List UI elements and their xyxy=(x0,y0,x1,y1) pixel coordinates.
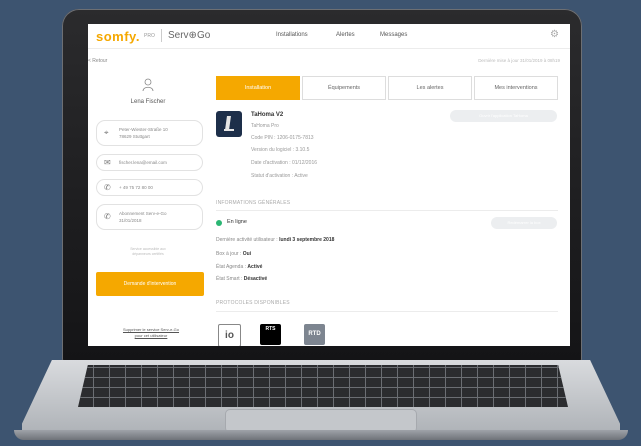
tab-installation[interactable]: Installation xyxy=(216,76,300,100)
somfy-logo[interactable]: somfy. xyxy=(96,29,140,44)
back-link[interactable]: < Retour xyxy=(88,58,107,64)
agenda-label: État Agenda : xyxy=(216,264,247,270)
subscription-line-1: Abonnement Serv-e-Go xyxy=(119,211,167,216)
laptop-front-edge xyxy=(14,430,628,440)
servego-logo: Serv⊕Go xyxy=(168,30,211,41)
open-tahoma-button[interactable]: Ouvrir l'application TaHoma xyxy=(450,110,557,122)
service-note: Service accessible aux dépanneurs certif… xyxy=(108,247,188,257)
phone-icon: ✆ xyxy=(104,183,111,192)
intervention-request-button[interactable]: Demande d'intervention xyxy=(96,272,204,296)
top-bar: somfy. PRO Serv⊕Go Installations Alertes… xyxy=(88,24,570,49)
device-software: Version du logiciel : 3.10.5 xyxy=(251,147,310,153)
laptop-keyboard xyxy=(78,365,568,407)
location-pin-icon: ⌖ xyxy=(104,128,109,137)
laptop-screen: somfy. PRO Serv⊕Go Installations Alertes… xyxy=(88,24,570,346)
restart-box-button[interactable]: Redémarrer la box xyxy=(491,217,557,229)
last-activity-row: Dernière activité utilisateur : lundi 3 … xyxy=(216,237,334,243)
laptop-trackpad xyxy=(226,410,416,432)
tahoma-device-icon xyxy=(216,111,242,137)
section-divider xyxy=(216,210,558,211)
protocols-divider xyxy=(216,311,558,312)
tab-interventions[interactable]: Mes interventions xyxy=(474,76,558,100)
header-divider xyxy=(161,29,162,42)
brand-suffix: PRO xyxy=(144,33,155,39)
mail-icon: ✉ xyxy=(104,158,111,167)
box-uptodate-value: Oui xyxy=(242,251,252,257)
note-line-2: dépanneurs certifiés xyxy=(132,252,164,256)
email-text[interactable]: fischer.lena@email.com xyxy=(119,159,167,166)
email-card[interactable]: ✉ fischer.lena@email.com xyxy=(96,154,203,171)
last-activity-label: Dernière activité utilisateur : xyxy=(216,237,278,243)
device-activation-status: Statut d'activation : Active xyxy=(251,173,308,179)
last-update-text: Dernière mise à jour 31/01/2019 à 08h19 xyxy=(478,58,560,63)
address-card: ⌖ Peter-Wiester-Straße 10 78629 Stuttgar… xyxy=(96,120,203,146)
agenda-row: État Agenda : Activé xyxy=(216,264,262,270)
online-status-text: En ligne xyxy=(227,219,247,225)
smart-row: État Smart : Désactivé xyxy=(216,276,267,282)
general-info-title: INFORMATIONS GÉNÉRALES xyxy=(216,200,291,206)
smart-label: État Smart : xyxy=(216,276,243,282)
delete-service-link[interactable]: Supprimer le service Serv-e-Go pour cet … xyxy=(106,327,196,339)
device-pin: Code PIN : 1206-0175-7813 xyxy=(251,135,314,141)
protocol-io-icon: io xyxy=(218,324,241,346)
user-name: Lena Fischer xyxy=(130,99,166,105)
device-activation-date: Date d'activation : 01/12/2016 xyxy=(251,160,318,166)
settings-gear-icon[interactable]: ⚙ xyxy=(550,29,559,40)
device-name: TaHoma V2 xyxy=(251,112,284,118)
last-activity-value: lundi 3 septembre 2018 xyxy=(279,237,335,243)
nav-messages[interactable]: Messages xyxy=(380,32,407,38)
subscription-card: ✆ Abonnement Serv-e-Go 31/01/2018 xyxy=(96,204,203,230)
phone-card[interactable]: ✆ + 49 75 72 80 00 xyxy=(96,179,203,196)
nav-installations[interactable]: Installations xyxy=(276,32,308,38)
agenda-value: Activé xyxy=(247,264,263,270)
tab-alertes[interactable]: Les alertes xyxy=(388,76,472,100)
phone-subscription-icon: ✆ xyxy=(104,212,111,221)
address-line-1: Peter-Wiester-Straße 10 xyxy=(119,127,168,132)
phone-text[interactable]: + 49 75 72 80 00 xyxy=(119,184,153,191)
nav-alertes[interactable]: Alertes xyxy=(336,32,355,38)
delete-link-line-2[interactable]: pour cet utilisateur xyxy=(106,333,196,339)
protocol-rts-icon: RTS xyxy=(260,324,281,345)
device-model: TaHoma Pro xyxy=(251,123,279,129)
box-uptodate-row: Box à jour : Oui xyxy=(216,251,251,257)
address-line-2: 78629 Stuttgart xyxy=(119,134,150,139)
online-status-dot xyxy=(216,220,222,226)
box-uptodate-label: Box à jour : xyxy=(216,251,242,257)
protocols-title: PROTOCOLES DISPONIBLES xyxy=(216,300,290,306)
user-avatar-icon xyxy=(142,78,154,92)
protocol-rtd-icon: RTD xyxy=(304,324,325,345)
tab-equipements[interactable]: Équipements xyxy=(302,76,386,100)
subscription-line-2: 31/01/2018 xyxy=(119,218,142,223)
smart-value: Désactivé xyxy=(243,276,268,282)
